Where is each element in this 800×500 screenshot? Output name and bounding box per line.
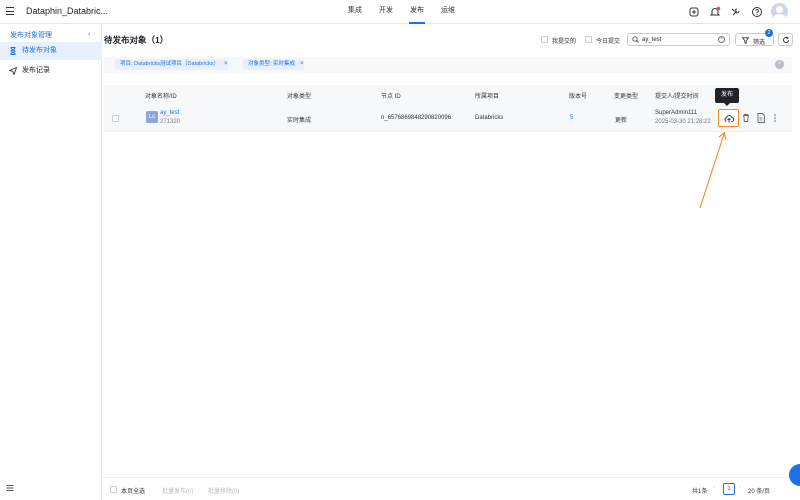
today-checkbox[interactable] [585, 36, 592, 43]
publish-tooltip: 发布 [715, 88, 739, 106]
table-row[interactable]: Lc ay_test 271320 实时集成 n_657686984829082… [104, 104, 792, 132]
refresh-button[interactable] [778, 33, 793, 46]
submitter: SuperAdmin111 [655, 110, 698, 116]
document-icon[interactable] [755, 112, 767, 124]
top-bar: Dataphin_Databric... 集成 开发 发布 运维 [0, 0, 800, 24]
sidebar-item-pending[interactable]: 待发布对象 [0, 42, 102, 60]
column-header: 变更类型 [614, 94, 639, 100]
hourglass-icon [10, 47, 16, 55]
filter-icon [742, 37, 749, 44]
tools-icon[interactable] [730, 6, 742, 18]
object-id: 271320 [160, 119, 181, 125]
search-value: ay_test [642, 36, 662, 43]
prev-page-icon[interactable]: ‹ [713, 485, 715, 491]
close-icon[interactable]: × [224, 61, 228, 67]
nav-operations[interactable]: 运维 [441, 0, 455, 24]
row-checkbox[interactable] [112, 115, 119, 122]
nav-develop[interactable]: 开发 [379, 0, 393, 24]
object-name-link[interactable]: ay_test [160, 110, 179, 116]
send-icon [9, 67, 17, 75]
delete-icon[interactable] [740, 112, 752, 124]
filter-tag-project[interactable]: 项目: Databricks测试项目（Databricks） × [115, 59, 228, 70]
filter-tag-label: 项目: Databricks测试项目（Databricks） [120, 61, 220, 67]
notification-bell-icon[interactable] [709, 6, 721, 18]
app-title[interactable]: Dataphin_Databric... [26, 6, 108, 16]
change-type: 更新 [615, 118, 628, 124]
top-nav: 集成 开发 发布 运维 [348, 0, 472, 24]
search-input[interactable]: ay_test × [627, 33, 730, 46]
column-header: 对象类型 [287, 94, 312, 100]
project-name: Databricks [475, 115, 504, 121]
filter-tag-type[interactable]: 对象类型: 实时集成 × [243, 59, 304, 70]
close-icon[interactable]: × [300, 61, 304, 67]
clear-filters-icon[interactable]: × [775, 60, 784, 69]
collapse-sidebar-icon[interactable] [6, 484, 14, 492]
object-type-icon: Lc [146, 111, 158, 123]
today-checkbox-label[interactable]: 今日提交 [596, 36, 620, 45]
active-filters-bar: 项目: Databricks测试项目（Databricks） × 对象类型: 实时… [104, 57, 792, 73]
nav-integration[interactable]: 集成 [348, 0, 362, 24]
column-header: 提交人/提交时间 [655, 94, 699, 100]
batch-publish-button[interactable]: 批量发布(0) [162, 486, 193, 495]
sidebar-group-label[interactable]: 发布对象管理 [10, 30, 52, 40]
object-type: 实时集成 [287, 118, 312, 124]
annotation-arrow [699, 131, 727, 209]
mine-checkbox-label[interactable]: 我提交的 [552, 36, 576, 45]
user-avatar[interactable] [771, 3, 788, 20]
page-size-select[interactable]: 20 条/页 [748, 486, 770, 495]
sidebar-item-label: 发布记录 [22, 67, 50, 74]
mine-checkbox[interactable] [541, 36, 548, 43]
cloud-upload-icon [724, 115, 734, 123]
menu-icon[interactable] [6, 7, 14, 16]
batch-remove-button[interactable]: 批量移除(0) [208, 486, 239, 495]
select-page-checkbox[interactable] [110, 486, 117, 493]
nav-publish[interactable]: 发布 [409, 0, 425, 24]
column-header: 所属项目 [475, 94, 500, 100]
table-header: 对象名称/ID 对象类型 节点 ID 所属项目 版本号 变更类型 提交人/提交时… [104, 85, 792, 104]
node-id: n_6576869848290820096 [381, 115, 452, 121]
chevron-left-icon[interactable]: ‹ [88, 31, 90, 38]
next-page-icon[interactable]: › [739, 485, 741, 491]
more-icon[interactable] [769, 112, 781, 124]
table-footer: 本页全选 批量发布(0) 批量移除(0) 共1条 ‹ 1 › 20 条/页 [102, 477, 800, 500]
sidebar-item-label: 待发布对象 [22, 47, 57, 54]
filter-tag-label: 对象类型: 实时集成 [248, 61, 296, 67]
sidebar-item-records[interactable]: 发布记录 [0, 62, 102, 80]
filter-button-label: 筛选 [753, 39, 766, 46]
help-icon[interactable] [751, 6, 763, 18]
search-icon [632, 36, 639, 43]
total-count: 共1条 [692, 489, 708, 495]
column-header: 版本号 [569, 94, 588, 100]
main-panel: 待发布对象（1） 我提交的 今日提交 ay_test × 筛选 2 项目: Da… [102, 24, 800, 500]
filter-count-badge: 2 [765, 29, 773, 37]
refresh-icon [783, 36, 789, 43]
version-link[interactable]: 5 [570, 115, 573, 121]
column-header: 节点 ID [381, 94, 401, 100]
page-title: 待发布对象（1） [104, 35, 169, 45]
sidebar: 发布对象管理 ‹ 待发布对象 发布记录 [0, 24, 102, 500]
select-page-label[interactable]: 本页全选 [121, 486, 145, 495]
page-1-button[interactable]: 1 [723, 483, 735, 495]
clear-icon[interactable]: × [718, 36, 725, 43]
plugin-icon[interactable] [688, 6, 700, 18]
column-header: 对象名称/ID [145, 94, 177, 100]
